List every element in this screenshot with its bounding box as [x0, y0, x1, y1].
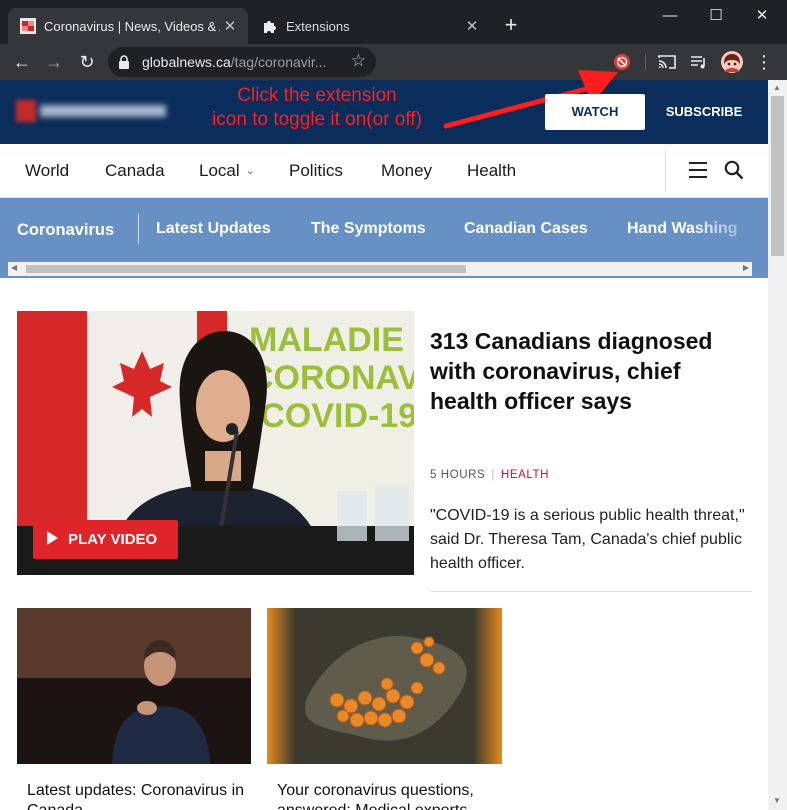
scroll-up-icon[interactable]: ▲ — [773, 83, 781, 92]
sign-line-2: CORONAVIRUS — [249, 359, 414, 397]
puzzle-piece-icon — [264, 21, 276, 33]
story-meta: 5 HOURS | HEALTH — [430, 469, 549, 481]
card-image-virus[interactable] — [267, 608, 502, 764]
close-tab-icon[interactable]: ✕ — [220, 17, 240, 35]
play-video-button[interactable]: PLAY VIDEO — [33, 520, 178, 559]
nav-item-local[interactable]: Local ⌄ — [199, 161, 255, 181]
annotation-text: Click the extension icon to toggle it on… — [192, 84, 442, 132]
nav-item-world[interactable]: World — [25, 161, 69, 181]
minimize-icon[interactable]: — — [647, 0, 693, 32]
nav-item-local-label: Local — [199, 161, 240, 180]
sign-line-1: MALADIE À — [249, 321, 414, 359]
watch-button[interactable]: WATCH — [545, 94, 645, 130]
story-category-link[interactable]: HEALTH — [501, 469, 549, 481]
card-title-questions[interactable]: Your coronavirus questions, answered: Me… — [277, 781, 513, 810]
subnav-item-canadian-cases[interactable]: Canadian Cases — [464, 220, 588, 238]
annotation-line: Click the extension — [237, 85, 397, 106]
nav-item-health[interactable]: Health — [467, 161, 516, 181]
nav-divider — [665, 150, 666, 192]
url-text: globalnews.ca/tag/coronavir... — [142, 54, 327, 70]
forward-arrow-icon[interactable]: → — [41, 49, 67, 75]
media-queue-icon[interactable] — [689, 52, 709, 72]
subnav-item-latest-updates[interactable]: Latest Updates — [156, 220, 271, 238]
story-time: 5 HOURS — [430, 469, 486, 481]
sign-line-3: (COVID-19) — [249, 397, 414, 435]
logo-wordmark — [40, 105, 166, 117]
browser-menu-icon[interactable]: ⋮ — [751, 49, 777, 75]
tab-title: Extensions — [286, 18, 350, 34]
tab-title: Coronavirus | News, Videos & Articles — [44, 18, 220, 34]
nav-item-politics[interactable]: Politics — [289, 161, 343, 181]
hero-summary: "COVID-19 is a serious public health thr… — [430, 507, 745, 572]
tab-extensions[interactable]: Extensions ✕ — [250, 8, 490, 44]
hamburger-menu-icon[interactable] — [688, 160, 708, 180]
nav-item-money[interactable]: Money — [381, 161, 432, 181]
hero-headline[interactable]: 313 Canadians diagnosed with coronavirus… — [430, 326, 750, 416]
scroll-right-icon[interactable]: ▶ — [743, 263, 749, 272]
tab-coronavirus[interactable]: Coronavirus | News, Videos & Articles ✕ — [8, 8, 248, 44]
subnav-fade — [690, 198, 768, 258]
globalnews-favicon-icon — [20, 18, 36, 34]
logo-mark — [16, 100, 36, 122]
address-bar[interactable]: globalnews.ca/tag/coronavir... ☆ — [108, 47, 376, 77]
new-tab-button[interactable]: + — [499, 13, 523, 37]
play-icon — [47, 531, 58, 545]
lock-icon — [119, 55, 129, 69]
maximize-icon[interactable]: ☐ — [693, 0, 739, 32]
scroll-left-icon[interactable]: ◀ — [11, 263, 17, 272]
story-divider — [430, 591, 752, 592]
chevron-down-icon: ⌄ — [245, 165, 255, 177]
cast-icon[interactable] — [657, 52, 677, 72]
subnav-divider — [138, 214, 139, 244]
subnav-item-symptoms[interactable]: The Symptoms — [311, 220, 426, 238]
toolbar-divider — [645, 54, 646, 70]
subnav-scrollbar[interactable]: ◀ ▶ — [8, 262, 752, 276]
global-news-logo[interactable] — [16, 100, 166, 122]
window-close-icon[interactable]: ✕ — [739, 0, 785, 32]
card-photo — [17, 608, 251, 764]
back-arrow-icon[interactable]: ← — [9, 49, 35, 75]
reload-icon[interactable]: ↻ — [74, 49, 100, 75]
bookmark-star-icon[interactable]: ☆ — [351, 51, 366, 71]
card-image-trudeau[interactable] — [17, 608, 251, 764]
scrollbar-thumb[interactable] — [26, 265, 466, 273]
main-nav: World Canada Local ⌄ Politics Money Healt… — [0, 144, 768, 198]
card-title-latest-updates[interactable]: Latest updates: Coronavirus in Canada — [27, 781, 263, 810]
card-photo — [267, 608, 502, 764]
nav-item-canada[interactable]: Canada — [105, 161, 165, 181]
meta-separator: | — [491, 469, 495, 481]
browser-toolbar: ← → ↻ globalnews.ca/tag/coronavir... ☆ ⋮ — [0, 44, 787, 80]
subnav-item-coronavirus[interactable]: Coronavirus — [17, 221, 114, 240]
scroll-down-icon[interactable]: ▼ — [773, 796, 781, 805]
play-video-label: PLAY VIDEO — [68, 531, 158, 548]
scrollbar-thumb[interactable] — [771, 96, 784, 256]
close-tab-icon[interactable]: ✕ — [462, 17, 482, 35]
page-scrollbar[interactable]: ▲ ▼ — [768, 80, 787, 810]
search-icon[interactable] — [724, 160, 744, 180]
annotation-line: icon to toggle it on(or off) — [212, 109, 422, 130]
subscribe-link[interactable]: SUBSCRIBE — [655, 94, 753, 130]
profile-avatar-icon[interactable] — [720, 50, 744, 74]
tab-strip: Coronavirus | News, Videos & Articles ✕ … — [0, 0, 787, 44]
